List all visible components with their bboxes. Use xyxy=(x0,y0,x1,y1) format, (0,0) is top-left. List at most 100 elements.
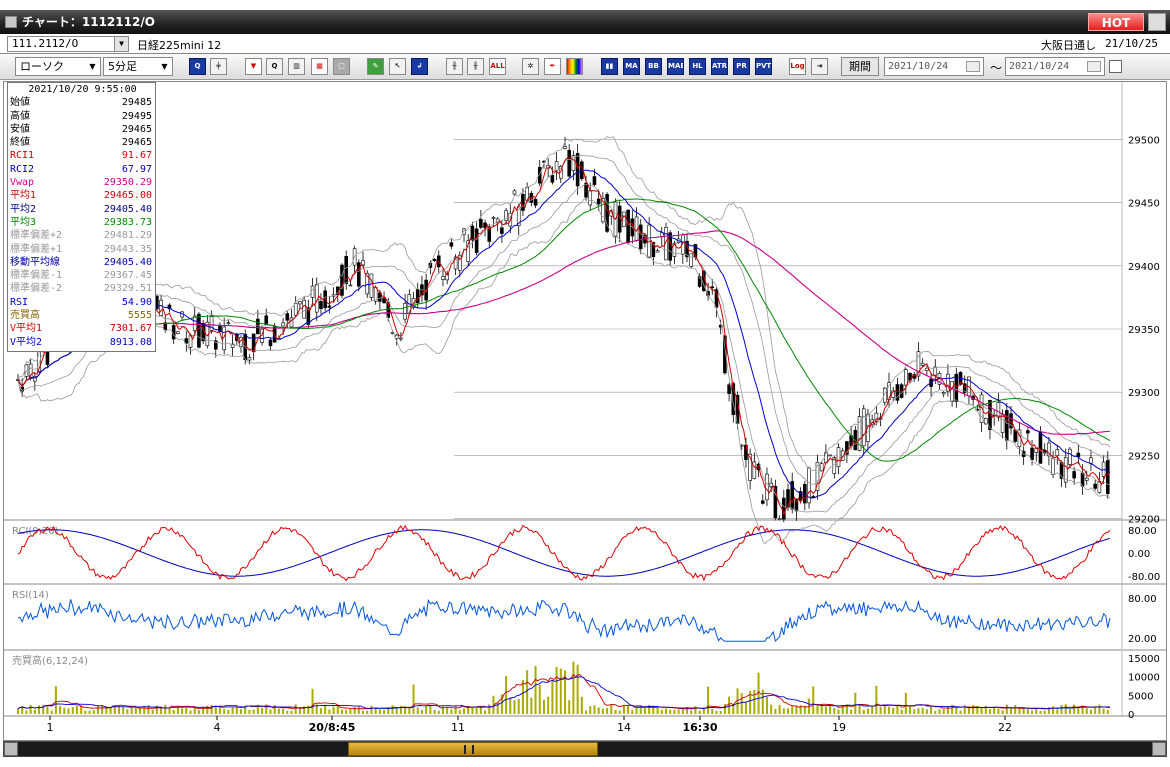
volume-bar xyxy=(197,710,200,714)
scroll-left-button[interactable] xyxy=(4,742,18,756)
volume-tick-label: 10000 xyxy=(1128,673,1160,684)
candle xyxy=(1068,448,1072,465)
indicator-bars-icon[interactable]: ▮▮ xyxy=(601,58,618,75)
chevron-down-icon[interactable]: ▼ xyxy=(86,59,99,74)
atr-button[interactable]: ATR xyxy=(711,58,728,75)
candle xyxy=(500,227,504,234)
info-label: RCI1 xyxy=(10,150,35,162)
note-icon[interactable]: □ xyxy=(333,58,350,75)
pvt-button[interactable]: PVT xyxy=(755,58,772,75)
volume-bar xyxy=(883,704,886,714)
bar-chart-icon[interactable]: ▥ xyxy=(288,58,305,75)
info-label: RSI xyxy=(10,296,29,308)
ma-button[interactable]: MA xyxy=(623,58,640,75)
return-icon[interactable]: ↲ xyxy=(411,58,428,75)
info-row: RCI1 91.67 xyxy=(8,149,155,162)
info-value: 29383.73 xyxy=(103,216,152,228)
volume-bar xyxy=(252,709,255,714)
arrow-down-icon[interactable]: ▼ xyxy=(245,58,262,75)
x-tick-label: 19 xyxy=(832,721,846,734)
volume-bar xyxy=(967,707,970,714)
volume-bar xyxy=(286,710,289,714)
volume-bar xyxy=(425,705,428,714)
ppr-button[interactable]: PR xyxy=(733,58,750,75)
volume-bar xyxy=(572,661,575,714)
volume-bar xyxy=(172,709,175,714)
volume-bar xyxy=(770,704,773,714)
candle xyxy=(689,253,694,267)
scroll-thumb[interactable] xyxy=(348,742,598,756)
hot-button[interactable]: HOT xyxy=(1088,13,1144,31)
volume-bar xyxy=(366,710,369,714)
calendar-icon[interactable] xyxy=(966,61,980,72)
scroll-right-button[interactable] xyxy=(1152,742,1166,756)
gear-icon[interactable]: ✲ xyxy=(522,58,539,75)
period-button[interactable]: 期間 xyxy=(841,57,879,76)
candle xyxy=(626,209,630,244)
symbol-code-select[interactable]: 111.2112/O ▼ xyxy=(7,36,129,52)
candle xyxy=(348,284,353,287)
interval-value: 5分足 xyxy=(108,60,137,73)
volume-bar xyxy=(1073,704,1076,714)
close-icon[interactable] xyxy=(1148,13,1166,31)
volume-bar xyxy=(799,704,802,714)
rci-tick-label: 0.00 xyxy=(1128,549,1150,560)
candle-left-icon[interactable]: ╫ xyxy=(446,58,463,75)
bb-button[interactable]: BB xyxy=(645,58,662,75)
info-label: 平均3 xyxy=(10,216,37,228)
info-label: 平均1 xyxy=(10,190,37,202)
chart-type-select[interactable]: ローソク ▼ xyxy=(15,57,101,76)
candle xyxy=(268,339,273,347)
volume-bar xyxy=(580,696,583,714)
export-icon[interactable]: ⇥ xyxy=(811,58,828,75)
candle xyxy=(920,362,925,366)
volume-bar xyxy=(618,710,621,714)
magnify-icon[interactable]: Q xyxy=(266,58,283,75)
info-value: 29481.29 xyxy=(103,230,152,242)
hl-button[interactable]: HL xyxy=(689,58,706,75)
pencil-icon[interactable]: ✎ xyxy=(367,58,384,75)
volume-bar xyxy=(934,710,937,714)
calendar-icon[interactable] xyxy=(1087,61,1101,72)
volume-bar xyxy=(101,705,104,714)
volume-bar xyxy=(357,706,360,714)
candle xyxy=(1063,457,1068,483)
ma3-line xyxy=(17,198,1111,462)
chevron-down-icon[interactable]: ▼ xyxy=(114,37,128,51)
volume-bar xyxy=(833,708,836,714)
volume-bar xyxy=(147,704,150,714)
candle-right-icon[interactable]: ╫ xyxy=(467,58,484,75)
volume-bar xyxy=(475,708,478,714)
pointer-icon[interactable]: ↖ xyxy=(389,58,406,75)
info-label: 標準偏差+2 xyxy=(10,230,63,242)
chart-canvas[interactable]: 29500 29450 29400 29350 29300 29250 29200 RCI(9… xyxy=(4,82,1167,741)
volume-bar xyxy=(340,709,343,714)
volume-bar xyxy=(126,709,129,714)
volume-bar xyxy=(240,709,243,714)
volume-bar xyxy=(652,705,655,714)
interval-select[interactable]: 5分足 ▼ xyxy=(103,57,173,76)
option-checkbox[interactable] xyxy=(1109,60,1122,73)
all-button[interactable]: ALL xyxy=(489,58,506,75)
grid-icon[interactable]: ▦ xyxy=(311,58,328,75)
info-label: 高値 xyxy=(10,110,30,122)
wrench-icon[interactable]: ✒ xyxy=(544,58,561,75)
volume-bar xyxy=(454,705,457,714)
volume-bar xyxy=(332,706,335,714)
zoom-icon[interactable]: Q xyxy=(189,58,206,75)
time-scrollbar[interactable] xyxy=(3,741,1167,757)
crosshair-icon[interactable]: ╪ xyxy=(210,58,227,75)
candle xyxy=(226,322,231,324)
date-to-input[interactable]: 2021/10/24 xyxy=(1005,57,1105,76)
date-from-input[interactable]: 2021/10/24 xyxy=(884,57,984,76)
volume-bar xyxy=(858,705,861,714)
volume-bar xyxy=(231,707,234,714)
mae-button[interactable]: MAE xyxy=(667,58,684,75)
volume-bar xyxy=(887,706,890,714)
chart-area[interactable]: 29500 29450 29400 29350 29300 29250 29200 RCI(9… xyxy=(3,81,1167,741)
log-button[interactable]: Log xyxy=(789,58,806,75)
palette-icon[interactable] xyxy=(566,58,583,75)
volume-bar xyxy=(324,704,327,714)
info-value: 29367.45 xyxy=(103,270,152,282)
chevron-down-icon[interactable]: ▼ xyxy=(158,59,171,74)
